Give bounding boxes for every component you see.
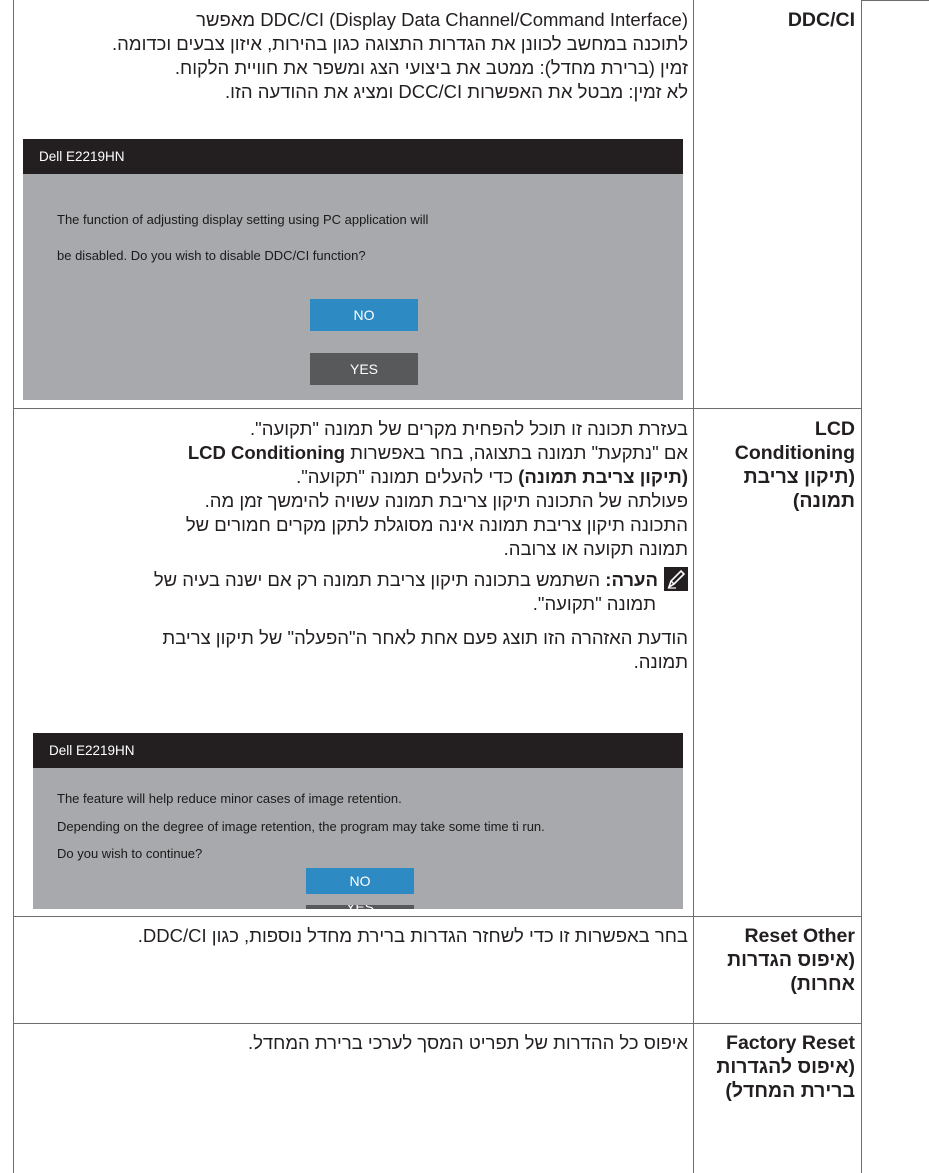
yes-button[interactable]: YES: [306, 905, 414, 909]
text-line: בעזרת תכונה זו תוכל להפחית מקרים של תמונ…: [250, 418, 688, 439]
label-line: Reset Other: [744, 925, 855, 947]
label-line: תמונה): [792, 490, 855, 512]
dialog-message-line: The feature will help reduce minor cases…: [57, 791, 402, 806]
option-name: LCD Conditioning: [187, 442, 346, 463]
dialog-title: Dell E2219HN: [23, 139, 683, 174]
text-run: כדי להעלים תמונה "תקועה".: [296, 466, 514, 487]
row-divider: [13, 916, 862, 917]
row-label-ddc-ci: DDC/CI: [697, 8, 855, 32]
yes-button[interactable]: YES: [310, 353, 418, 385]
note-label: הערה:: [605, 569, 658, 590]
option-name-hebrew: (תיקון צריבת תמונה): [518, 466, 688, 487]
label-line: Factory Reset: [726, 1032, 855, 1054]
label-line: (תיקון צריבת: [743, 466, 855, 488]
row-description-factory-reset: איפוס כל ההדרות של תפריט המסך לערכי בריר…: [16, 1031, 688, 1055]
text-line: תמונה תקועה או צרובה.: [503, 538, 688, 559]
label-line: ברירת המחדל): [725, 1080, 855, 1102]
text-line: פעולתה של התכונה תיקון צריבת תמונה עשויה…: [204, 490, 688, 511]
text-line: בחר באפשרות זו כדי לשחזר הגדרות ברירת מח…: [137, 925, 688, 946]
label-line: LCD: [814, 418, 855, 440]
text-line: (תיקון צריבת תמונה) כדי להעלים תמונה "תק…: [16, 465, 688, 489]
text-line: הודעת האזהרה הזו תוצג פעם אחת לאחר ה"הפע…: [162, 627, 688, 648]
label-line: אחרות): [790, 973, 855, 995]
label-line: (איפוס להגדרות: [716, 1056, 855, 1078]
dialog-message-line: be disabled. Do you wish to disable DDC/…: [57, 248, 366, 263]
text-run: אם "נתקעת" תמונה בתצוגה, בחר באפשרות: [350, 442, 688, 463]
text-line: אם "נתקעת" תמונה בתצוגה, בחר באפשרות LCD…: [16, 441, 688, 465]
row-divider: [13, 1023, 862, 1024]
text-line: לתוכנה במחשב לכוונן את הגדרות התצוגה כגו…: [112, 33, 688, 54]
lcd-conditioning-osd-dialog: Dell E2219HN The feature will help reduc…: [33, 733, 683, 909]
row-description-reset-other: בחר באפשרות זו כדי לשחזר הגדרות ברירת מח…: [16, 924, 688, 948]
dialog-message-line: Depending on the degree of image retenti…: [57, 819, 545, 834]
text-line: תמונה.: [633, 651, 688, 672]
dialog-message-line: The function of adjusting display settin…: [57, 212, 429, 227]
text-line: זמין (ברירת מחדל): ממטב את ביצועי הצג ומ…: [174, 57, 688, 78]
dialog-message-line: Do you wish to continue?: [57, 846, 203, 861]
table-border-right: [861, 0, 862, 1173]
dialog-title: Dell E2219HN: [33, 733, 683, 768]
row-label-lcd-conditioning: LCD Conditioning (תיקון צריבת תמונה): [697, 417, 855, 513]
note-line: תמונה "תקועה".: [532, 593, 656, 614]
note-text: השתמש בתכונה תיקון צריבת תמונה רק אם ישנ…: [153, 569, 601, 590]
no-button[interactable]: NO: [306, 868, 414, 894]
table-border-left: [13, 0, 14, 1173]
row-description-ddc-ci: (Display Data Channel/Command Interface)…: [16, 8, 688, 104]
no-button[interactable]: NO: [310, 299, 418, 331]
pencil-note-icon: [664, 567, 688, 591]
label-line: Conditioning: [734, 442, 855, 464]
ddc-ci-osd-dialog: Dell E2219HN The function of adjusting d…: [23, 139, 683, 400]
row-description-lcd-conditioning: בעזרת תכונה זו תוכל להפחית מקרים של תמונ…: [16, 417, 688, 674]
label-line: DDC/CI: [787, 9, 855, 31]
row-label-factory-reset: Factory Reset (איפוס להגדרות ברירת המחדל…: [697, 1031, 855, 1103]
text-line: התכונה תיקון צריבת תמונה אינה מסוגלת לתק…: [185, 514, 688, 535]
row-label-reset-other: Reset Other (איפוס הגדרות אחרות): [697, 924, 855, 996]
text-line: איפוס כל ההדרות של תפריט המסך לערכי בריר…: [247, 1032, 688, 1053]
text-line: לא זמין: מבטל את האפשרות DCC/CI ומציג את…: [224, 81, 688, 102]
text-line: (Display Data Channel/Command Interface)…: [196, 9, 688, 30]
label-line: (איפוס הגדרות: [727, 949, 855, 971]
note-line: הערה: השתמש בתכונה תיקון צריבת תמונה רק …: [16, 567, 688, 592]
table-border-middle: [693, 0, 694, 1173]
note: הערה: השתמש בתכונה תיקון צריבת תמונה רק …: [16, 567, 688, 616]
row-divider: [13, 408, 862, 409]
margin-rule: [861, 0, 929, 1]
